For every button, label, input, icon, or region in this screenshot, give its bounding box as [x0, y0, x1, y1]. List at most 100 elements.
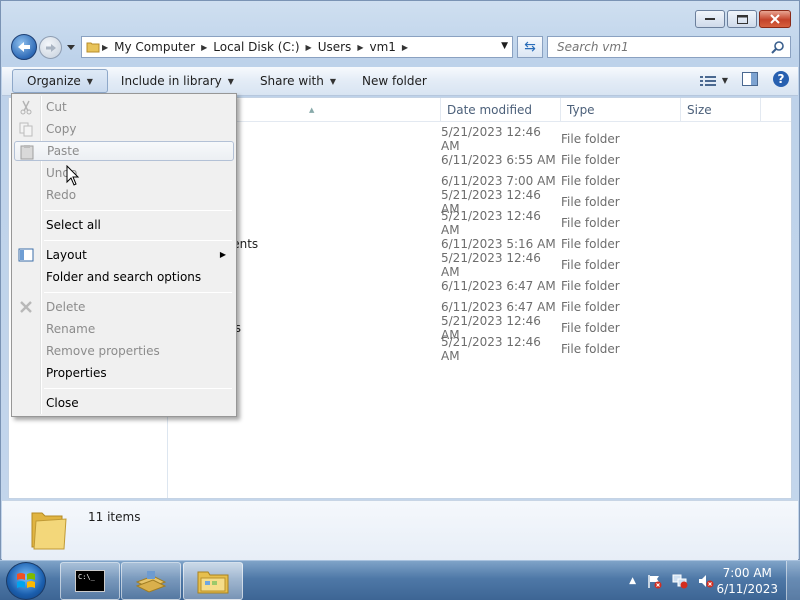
taskbar-file-manager[interactable]: [121, 562, 181, 600]
close-icon: [770, 14, 780, 24]
menu-item-copy[interactable]: Copy: [14, 119, 234, 139]
chevron-down-icon: ▼: [227, 76, 234, 86]
close-button[interactable]: [759, 10, 791, 28]
share-with-label: Share with: [259, 74, 324, 88]
address-bar[interactable]: ▶ My Computer ▶ Local Disk (C:) ▶ Users …: [81, 36, 513, 58]
change-view-button[interactable]: ▼: [699, 75, 728, 87]
file-date: 5/21/2023 12:46 AM: [441, 250, 541, 279]
include-in-library-button[interactable]: Include in library ▼: [108, 69, 247, 93]
column-header-date-modified[interactable]: Date modified: [441, 98, 561, 122]
menu-item-label: Paste: [47, 144, 80, 158]
menu-item-rename[interactable]: Rename: [14, 319, 234, 339]
menu-item-undo[interactable]: Undo: [14, 163, 234, 183]
menu-item-delete[interactable]: Delete: [14, 297, 234, 317]
menu-item-cut[interactable]: Cut: [14, 97, 234, 117]
menu-item-paste[interactable]: Paste: [14, 141, 234, 161]
breadcrumb-local-disk[interactable]: Local Disk (C:): [209, 40, 303, 54]
maximize-button[interactable]: [727, 10, 757, 28]
menu-item-label: Redo: [46, 188, 77, 202]
menu-item-folder-options[interactable]: Folder and search options: [14, 267, 234, 287]
clock[interactable]: 7:00 AM 6/11/2023: [716, 565, 778, 597]
layout-icon: [18, 248, 34, 262]
mouse-cursor-icon: [66, 165, 80, 186]
menu-item-remove-properties[interactable]: Remove properties: [14, 341, 234, 361]
file-row-my-pictures[interactable]: ctures6/11/2023 6:47 AMFile folder: [169, 275, 791, 296]
share-with-button[interactable]: Share with ▼: [247, 69, 349, 93]
file-date: 5/21/2023 12:46 AM: [441, 124, 541, 153]
file-list: cts5/21/2023 12:46 AMFile folder op6/11/…: [169, 125, 791, 363]
file-row-searches[interactable]: hes5/21/2023 12:46 AMFile folder: [169, 335, 791, 363]
breadcrumb-users[interactable]: Users: [314, 40, 356, 54]
column-headers: ▲ Date modified Type Size: [169, 98, 791, 122]
forward-button[interactable]: [39, 36, 62, 59]
file-type: File folder: [561, 173, 620, 188]
organize-button[interactable]: Organize ▼: [12, 69, 108, 93]
minimize-button[interactable]: [695, 10, 725, 28]
breadcrumb-arrow-icon[interactable]: ▶: [400, 43, 410, 52]
menu-item-properties[interactable]: Properties: [14, 363, 234, 383]
menu-item-redo[interactable]: Redo: [14, 185, 234, 205]
menu-item-label: Properties: [46, 366, 107, 380]
recent-pages-dropdown[interactable]: [65, 40, 77, 54]
file-row-my-music[interactable]: usic5/21/2023 12:46 AMFile folder: [169, 251, 791, 279]
sort-arrow-icon: ▲: [309, 106, 315, 114]
taskbar-command-prompt[interactable]: C:\_: [60, 562, 120, 600]
new-folder-label: New folder: [362, 74, 427, 88]
breadcrumb-arrow-icon[interactable]: ▶: [100, 43, 110, 52]
back-button[interactable]: [11, 34, 37, 60]
file-type: File folder: [561, 131, 620, 146]
maximize-icon: [736, 14, 748, 24]
menu-item-label: Copy: [46, 122, 77, 136]
breadcrumb-vm1[interactable]: vm1: [365, 40, 399, 54]
search-box[interactable]: [547, 36, 791, 58]
show-hidden-icons-button[interactable]: ▲: [629, 576, 636, 586]
minimize-icon: [705, 18, 715, 20]
file-type: File folder: [561, 194, 620, 209]
show-desktop-button[interactable]: [786, 561, 800, 600]
start-button[interactable]: [6, 562, 46, 600]
file-type: File folder: [561, 152, 620, 167]
refresh-button[interactable]: ⇆: [517, 36, 543, 58]
column-header-size[interactable]: Size: [681, 98, 761, 122]
clock-time: 7:00 AM: [722, 566, 772, 580]
search-icon: [771, 41, 784, 54]
breadcrumb-arrow-icon[interactable]: ▶: [355, 43, 365, 52]
action-center-flag-icon[interactable]: [646, 573, 662, 589]
breadcrumb-my-computer[interactable]: My Computer: [110, 40, 199, 54]
menu-item-layout[interactable]: Layout ▶: [14, 245, 234, 265]
chevron-down-icon: ▼: [86, 76, 93, 86]
file-date: 6/11/2023 6:47 AM: [441, 278, 556, 293]
organize-menu: Cut Copy Paste Undo Redo Select all Layo…: [11, 93, 237, 417]
file-row-desktop[interactable]: op6/11/2023 6:55 AMFile folder: [169, 149, 791, 170]
scissors-icon: [20, 100, 32, 115]
file-type: File folder: [561, 299, 620, 314]
menu-item-close[interactable]: Close: [14, 393, 234, 413]
menu-item-label: Cut: [46, 100, 67, 114]
breadcrumb-arrow-icon[interactable]: ▶: [304, 43, 314, 52]
column-header-type[interactable]: Type: [561, 98, 681, 122]
volume-muted-icon[interactable]: [698, 573, 714, 589]
menu-item-label: Select all: [46, 218, 101, 232]
preview-pane-button[interactable]: [742, 72, 758, 89]
chevron-down-icon: ▼: [329, 76, 336, 86]
navigation-bar: ▶ My Computer ▶ Local Disk (C:) ▶ Users …: [9, 34, 791, 60]
help-button[interactable]: ?: [772, 70, 790, 91]
file-date: 5/21/2023 12:46 AM: [441, 208, 541, 237]
menu-item-select-all[interactable]: Select all: [14, 215, 234, 235]
details-view-icon: [699, 75, 716, 86]
address-history-dropdown[interactable]: ▼: [501, 41, 508, 51]
command-bar: Organize ▼ Include in library ▼ Share with…: [2, 67, 798, 96]
network-icon[interactable]: [672, 573, 688, 589]
taskbar-windows-explorer[interactable]: [183, 562, 243, 600]
menu-item-label: Rename: [46, 322, 96, 336]
include-in-library-label: Include in library: [120, 74, 222, 88]
search-input[interactable]: [557, 40, 757, 54]
file-row-contacts[interactable]: cts5/21/2023 12:46 AMFile folder: [169, 125, 791, 153]
breadcrumb-arrow-icon[interactable]: ▶: [199, 43, 209, 52]
file-type: File folder: [561, 236, 620, 251]
forward-arrow-icon: [45, 43, 56, 52]
file-row-links[interactable]: 5/21/2023 12:46 AM File folder: [169, 209, 791, 237]
menu-item-label: Delete: [46, 300, 86, 314]
new-folder-button[interactable]: New folder: [349, 69, 440, 93]
file-date: 6/11/2023 5:16 AM: [441, 236, 556, 251]
